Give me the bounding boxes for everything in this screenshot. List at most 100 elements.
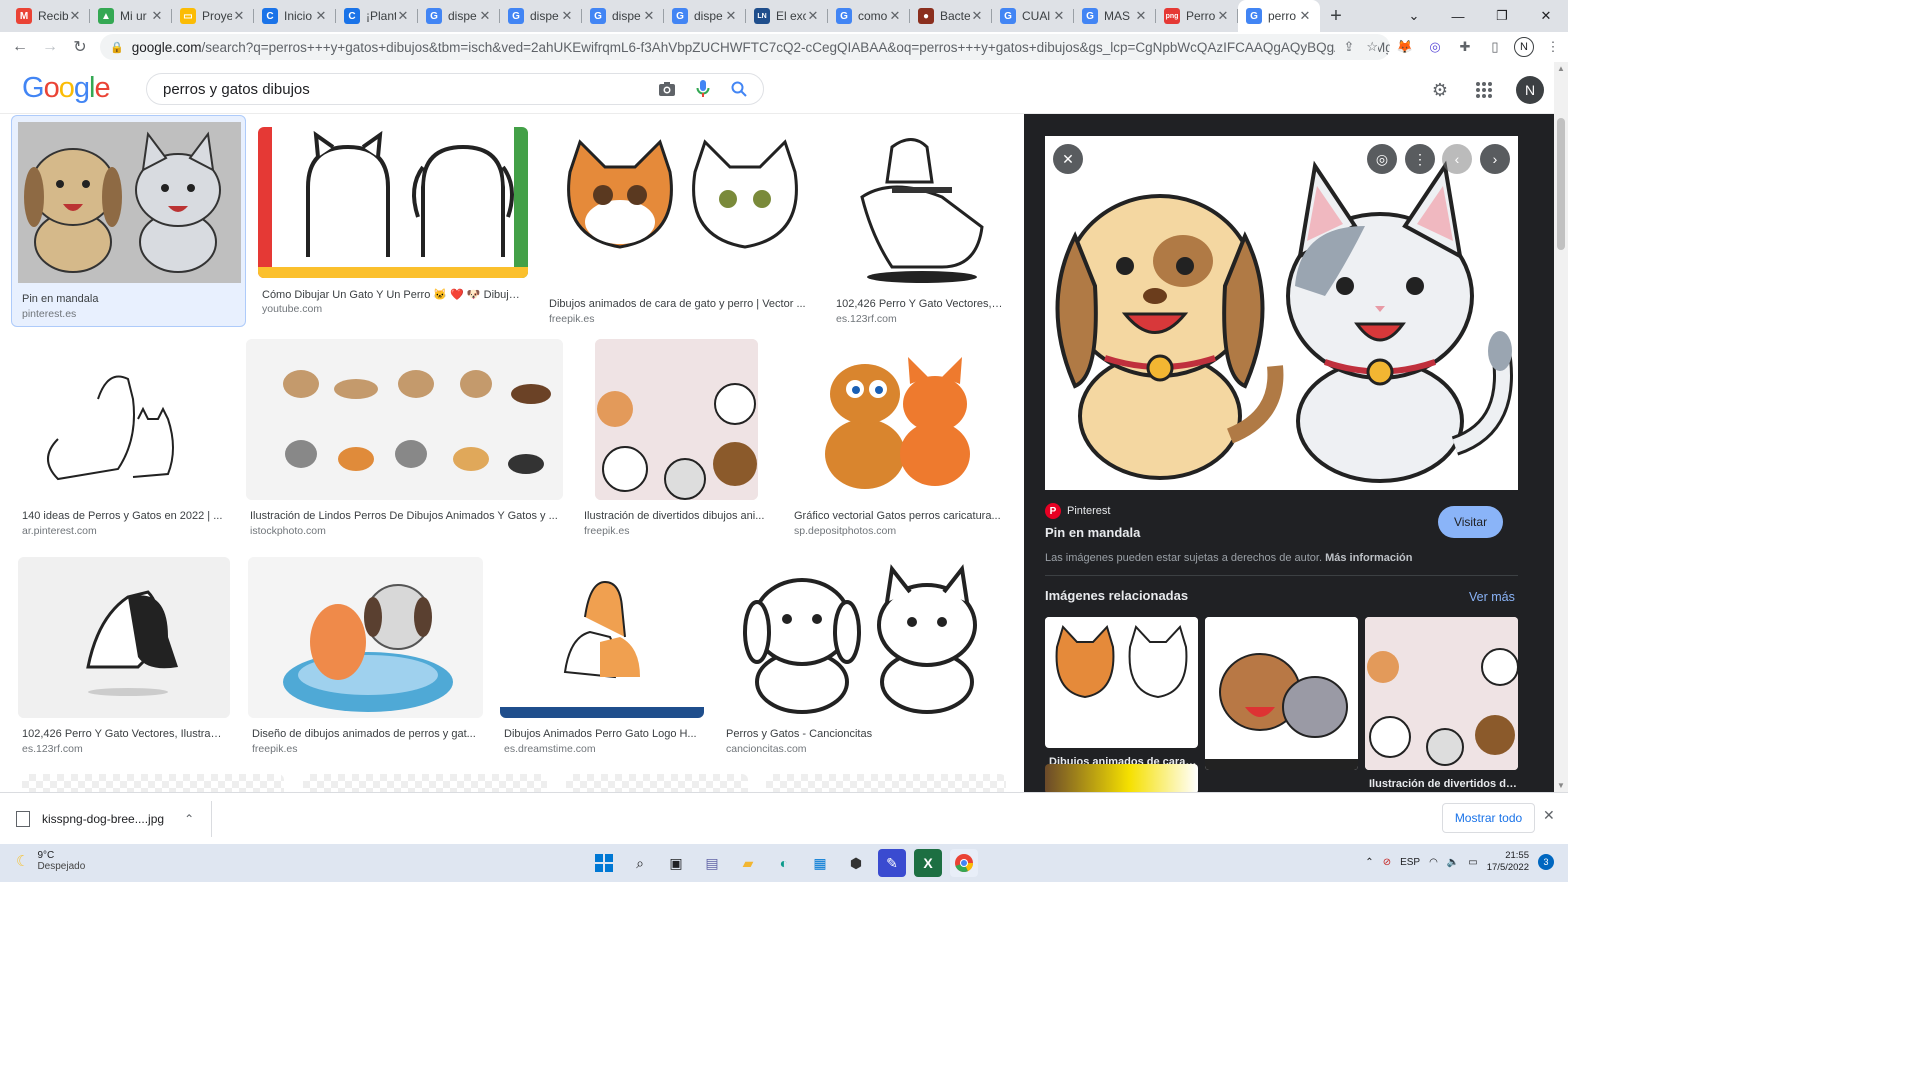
result-source[interactable]: freepik.es	[252, 743, 479, 755]
related-thumbnail[interactable]	[1205, 617, 1358, 770]
source-site[interactable]: P Pinterest	[1045, 503, 1110, 519]
browser-tab[interactable]: Gperro ✕	[1238, 0, 1320, 32]
result-thumbnail[interactable]	[258, 127, 528, 278]
google-logo[interactable]: Google	[22, 72, 111, 105]
battery-icon[interactable]: ▭	[1468, 857, 1477, 868]
settings-gear-icon[interactable]: ⚙	[1428, 78, 1452, 102]
network-status-icon[interactable]: ⊘	[1383, 857, 1391, 868]
visit-button[interactable]: Visitar	[1438, 506, 1503, 538]
close-tab-icon[interactable]: ✕	[68, 8, 82, 24]
language-indicator[interactable]: ESP	[1400, 857, 1420, 868]
close-tab-icon[interactable]: ✕	[314, 8, 328, 24]
result-source[interactable]: freepik.es	[549, 313, 811, 325]
see-more-link[interactable]: Ver más	[1469, 590, 1515, 604]
search-query[interactable]: perros y gatos dibujos	[163, 81, 649, 98]
image-result[interactable]: 140 ideas de Perros y Gatos en 2022 | ..…	[18, 339, 228, 545]
browser-tab[interactable]: G CUAl ✕	[992, 0, 1074, 32]
volume-icon[interactable]: 🔈	[1447, 857, 1459, 868]
result-source[interactable]: cancioncitas.com	[726, 743, 1003, 755]
result-caption[interactable]: Perros y Gatos - Cancioncitas	[726, 728, 1003, 740]
image-result[interactable]: Perros y Gatos - Cancioncitas cancioncita…	[722, 557, 1007, 763]
browser-tab[interactable]: Gdispe ✕	[664, 0, 746, 32]
image-result-partial[interactable]	[303, 774, 547, 792]
weather-widget[interactable]: ☾ 9°C Despejado	[16, 850, 85, 872]
browser-tab[interactable]: png Perro ✕	[1156, 0, 1238, 32]
close-tab-icon[interactable]: ✕	[150, 8, 164, 24]
result-thumbnail[interactable]	[790, 339, 1007, 500]
close-downloads-icon[interactable]: ✕	[1543, 807, 1555, 824]
result-thumbnail[interactable]	[595, 339, 758, 500]
browser-tab[interactable]: C ¡Plant ✕	[336, 0, 418, 32]
close-tab-icon[interactable]: ✕	[478, 8, 492, 24]
close-tab-icon[interactable]: ✕	[970, 8, 984, 24]
related-thumbnail[interactable]	[1365, 617, 1518, 770]
close-tab-icon[interactable]: ✕	[1298, 8, 1312, 24]
browser-tab[interactable]: LN El exc ✕	[746, 0, 828, 32]
apps-grid-icon[interactable]	[1472, 78, 1496, 102]
share-icon[interactable]: ⇪	[1343, 39, 1354, 55]
result-caption[interactable]: Cómo Dibujar Un Gato Y Un Perro 🐱 ❤️ 🐶 D…	[262, 288, 524, 301]
related-image[interactable]	[1205, 617, 1358, 792]
result-source[interactable]: es.123rf.com	[836, 313, 1003, 325]
app-stylus-icon[interactable]: ✎	[878, 849, 906, 877]
browser-tab[interactable]: M Recib ✕	[8, 0, 90, 32]
image-result[interactable]: Diseño de dibujos animados de perros y g…	[248, 557, 483, 763]
browser-tab[interactable]: ▲ Mi ur ✕	[90, 0, 172, 32]
download-item[interactable]: kisspng-dog-bree....jpg ⌃	[16, 801, 212, 837]
image-result[interactable]: Gráfico vectorial Gatos perros caricatur…	[790, 339, 1007, 545]
start-windows-icon[interactable]	[590, 849, 618, 877]
result-source[interactable]: ar.pinterest.com	[22, 525, 224, 537]
store-icon[interactable]: ▦	[806, 849, 834, 877]
clock[interactable]: 21:55 17/5/2022	[1487, 850, 1529, 874]
result-source[interactable]: es.123rf.com	[22, 743, 226, 755]
browser-tab[interactable]: C Inicio ✕	[254, 0, 336, 32]
image-result-partial[interactable]	[22, 774, 284, 792]
result-caption[interactable]: Gráfico vectorial Gatos perros caricatur…	[794, 510, 1003, 522]
result-source[interactable]: freepik.es	[584, 525, 769, 537]
result-source[interactable]: istockphoto.com	[250, 525, 559, 537]
close-tab-icon[interactable]: ✕	[724, 8, 738, 24]
show-all-button[interactable]: Mostrar todo	[1442, 803, 1535, 833]
result-caption[interactable]: Ilustración de Lindos Perros De Dibujos …	[250, 510, 559, 522]
result-source[interactable]: pinterest.es	[22, 308, 249, 320]
reload-button[interactable]: ↻	[66, 33, 94, 61]
next-image-button[interactable]: ›	[1480, 144, 1510, 174]
related-image-partial[interactable]	[1045, 764, 1198, 792]
close-tab-icon[interactable]: ✕	[1052, 8, 1066, 24]
image-result[interactable]: 102,426 Perro Y Gato Vectores, Ilustraci…	[18, 557, 230, 763]
preview-image[interactable]: ✕ ◎ ⋮ ‹ ›	[1045, 136, 1518, 490]
back-button[interactable]: ←	[6, 33, 34, 61]
menu-kebab-icon[interactable]: ⋮	[1542, 36, 1564, 58]
forward-button[interactable]: →	[36, 33, 64, 61]
profile-avatar[interactable]: N	[1514, 37, 1534, 57]
search-icon[interactable]: ⌕	[626, 849, 654, 877]
file-explorer-icon[interactable]: ▰	[734, 849, 762, 877]
result-source[interactable]: youtube.com	[262, 303, 524, 315]
chevron-up-icon[interactable]: ⌃	[184, 812, 194, 826]
new-tab-button[interactable]: +	[1320, 0, 1352, 32]
close-tab-icon[interactable]: ✕	[1134, 8, 1148, 24]
wifi-icon[interactable]: ◠	[1429, 857, 1438, 868]
close-tab-icon[interactable]: ✕	[560, 8, 574, 24]
result-caption[interactable]: Ilustración de divertidos dibujos ani...	[584, 510, 769, 522]
result-source[interactable]: sp.depositphotos.com	[794, 525, 1003, 537]
result-caption[interactable]: 102,426 Perro Y Gato Vectores, Ilustraci…	[22, 728, 226, 740]
image-result[interactable]: Pin en mandala pinterest.es	[11, 115, 246, 327]
camera-icon[interactable]	[649, 81, 685, 97]
more-options-icon[interactable]: ⋮	[1405, 144, 1435, 174]
image-result[interactable]: Cómo Dibujar Un Gato Y Un Perro 🐱 ❤️ 🐶 D…	[258, 120, 528, 326]
chrome-icon[interactable]	[950, 849, 978, 877]
excel-icon[interactable]: X	[914, 849, 942, 877]
close-preview-button[interactable]: ✕	[1053, 144, 1083, 174]
close-window-button[interactable]: ✕	[1524, 0, 1568, 32]
image-result[interactable]: Dibujos Animados Perro Gato Logo H... es.…	[500, 557, 704, 763]
teams-chat-icon[interactable]: ▤	[698, 849, 726, 877]
result-thumbnail[interactable]	[248, 557, 483, 718]
image-result-partial[interactable]	[766, 774, 1006, 792]
result-thumbnail[interactable]	[18, 557, 230, 718]
close-tab-icon[interactable]: ✕	[888, 8, 902, 24]
scrollbar-thumb[interactable]	[1557, 118, 1565, 250]
browser-tab[interactable]: Gdispe ✕	[500, 0, 582, 32]
close-tab-icon[interactable]: ✕	[396, 8, 410, 24]
result-caption[interactable]: Pin en mandala	[22, 293, 249, 305]
